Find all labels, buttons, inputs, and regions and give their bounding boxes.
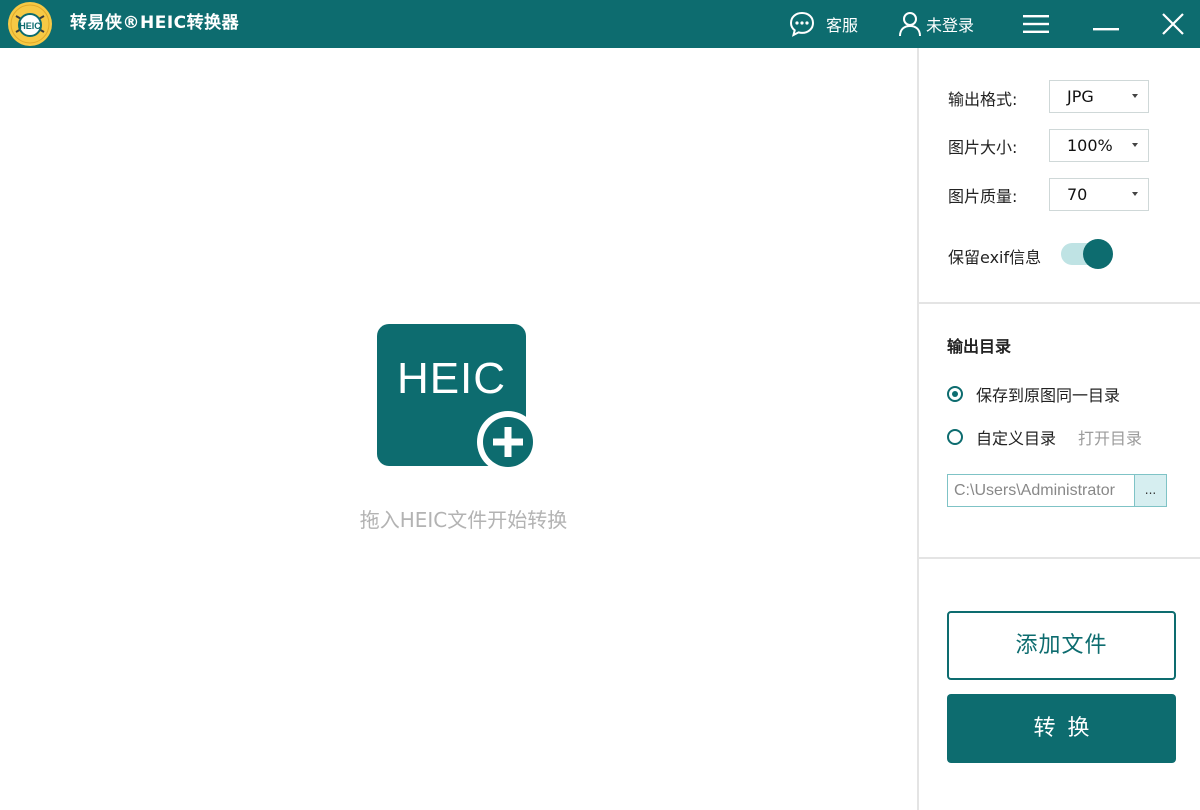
caret-down-icon bbox=[1132, 143, 1138, 147]
section-divider bbox=[919, 557, 1200, 559]
output-dir-title: 输出目录 bbox=[947, 337, 1012, 356]
hamburger-menu-icon bbox=[1023, 14, 1049, 34]
radio-same-dir[interactable]: 保存到原图同一目录 bbox=[947, 383, 1120, 405]
logo-text: HEIC bbox=[19, 21, 41, 31]
drop-hint: 拖入HEIC文件开始转换 bbox=[359, 508, 568, 532]
keep-exif-toggle[interactable] bbox=[1061, 239, 1113, 269]
plus-circle-icon[interactable] bbox=[476, 410, 540, 474]
radio-custom-dir[interactable]: 自定义目录 打开目录 bbox=[947, 426, 1142, 448]
minimize-button[interactable] bbox=[1093, 0, 1119, 48]
login-label: 未登录 bbox=[926, 16, 975, 35]
section-divider bbox=[919, 302, 1200, 304]
caret-down-icon bbox=[1132, 192, 1138, 196]
drop-zone[interactable]: HEIC 拖入HEIC文件开始转换 bbox=[0, 48, 917, 810]
menu-button[interactable] bbox=[1023, 0, 1049, 48]
add-files-button[interactable]: 添加文件 bbox=[947, 611, 1176, 680]
user-icon bbox=[898, 11, 922, 37]
heic-tile-text: HEIC bbox=[396, 354, 507, 403]
output-format-label: 输出格式: bbox=[948, 90, 1018, 109]
image-quality-value: 70 bbox=[1067, 185, 1088, 204]
toggle-knob bbox=[1083, 239, 1113, 269]
app-title: 转易侠®HEIC转换器 bbox=[70, 13, 240, 33]
output-format-select[interactable]: JPG bbox=[1049, 80, 1149, 113]
close-button[interactable] bbox=[1161, 0, 1185, 48]
convert-button[interactable]: 转换 bbox=[947, 694, 1176, 763]
support-label: 客服 bbox=[826, 16, 859, 35]
image-quality-select[interactable]: 70 bbox=[1049, 178, 1149, 211]
title-bar: HEIC 转易侠®HEIC转换器 客服 未登录 bbox=[0, 0, 1200, 48]
panel-divider bbox=[917, 48, 919, 810]
minimize-icon bbox=[1093, 14, 1119, 34]
output-path-input[interactable]: C:\Users\Administrator bbox=[947, 474, 1135, 507]
image-quality-label: 图片质量: bbox=[948, 187, 1018, 206]
output-format-value: JPG bbox=[1067, 87, 1094, 106]
login-button[interactable]: 未登录 bbox=[898, 0, 974, 48]
support-button[interactable]: 客服 bbox=[788, 0, 858, 48]
image-size-label: 图片大小: bbox=[948, 138, 1018, 157]
browse-button[interactable]: ... bbox=[1134, 474, 1167, 507]
radio-custom-dir-label: 自定义目录 bbox=[976, 429, 1057, 448]
open-dir-link[interactable]: 打开目录 bbox=[1078, 425, 1142, 449]
radio-custom-dir-button[interactable] bbox=[947, 429, 963, 445]
caret-down-icon bbox=[1132, 94, 1138, 98]
image-size-select[interactable]: 100% bbox=[1049, 129, 1149, 162]
keep-exif-label: 保留exif信息 bbox=[948, 248, 1042, 267]
radio-same-dir-button[interactable] bbox=[947, 386, 963, 402]
image-size-value: 100% bbox=[1067, 136, 1113, 155]
chat-bubble-icon bbox=[788, 10, 816, 38]
app-logo: HEIC bbox=[8, 2, 52, 46]
close-icon bbox=[1161, 12, 1185, 36]
radio-same-dir-label: 保存到原图同一目录 bbox=[976, 386, 1121, 405]
